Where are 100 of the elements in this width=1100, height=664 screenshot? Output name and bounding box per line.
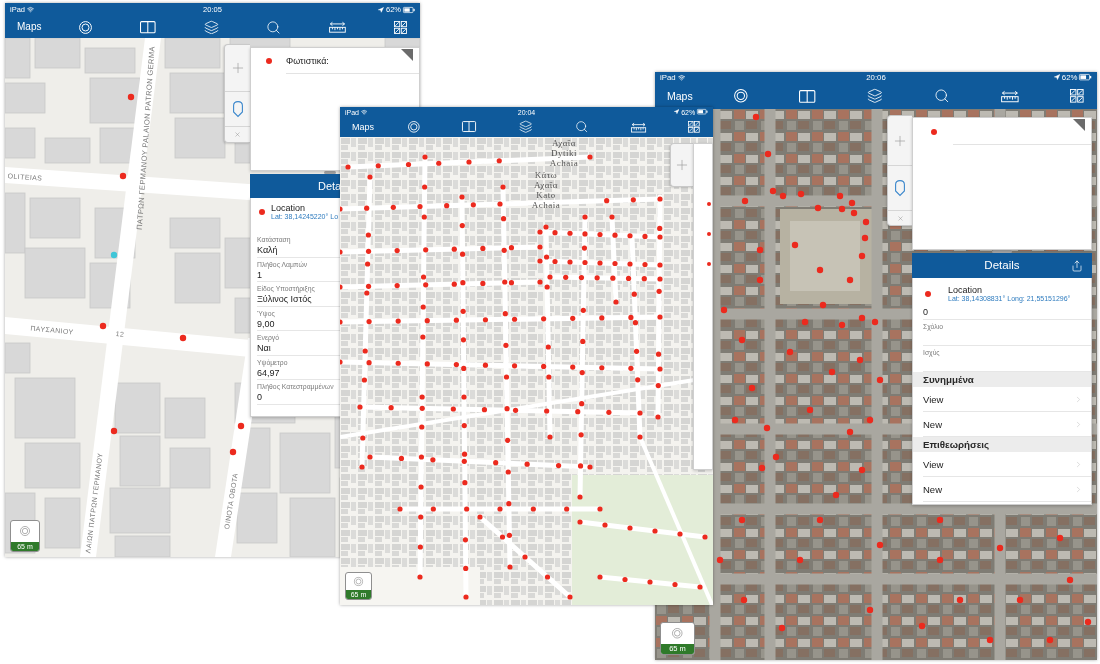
- map-marker-icon[interactable]: [459, 222, 465, 229]
- map-marker-icon[interactable]: [450, 406, 456, 412]
- map-marker-icon[interactable]: [630, 197, 636, 203]
- map-marker-icon[interactable]: [419, 394, 425, 400]
- map-marker-icon[interactable]: [861, 234, 869, 242]
- map-marker-icon[interactable]: [597, 574, 603, 580]
- map-marker-icon[interactable]: [444, 203, 450, 209]
- map-marker-icon[interactable]: [503, 342, 509, 348]
- map-marker-icon[interactable]: [816, 266, 824, 274]
- map-marker-icon[interactable]: [677, 531, 683, 537]
- map-marker-icon[interactable]: [367, 454, 373, 460]
- map-marker-icon[interactable]: [430, 457, 436, 463]
- map-marker-icon[interactable]: [876, 541, 884, 549]
- map-marker-icon[interactable]: [420, 274, 427, 280]
- map-marker-icon[interactable]: [581, 245, 588, 251]
- map-marker-icon[interactable]: [422, 184, 428, 190]
- map-marker-icon[interactable]: [791, 241, 799, 249]
- map-marker-icon[interactable]: [537, 279, 543, 285]
- map-marker-icon[interactable]: [546, 374, 552, 380]
- map-marker-icon[interactable]: [876, 376, 884, 384]
- layers-icon[interactable]: [866, 88, 883, 104]
- map-marker-icon[interactable]: [463, 594, 469, 600]
- map-marker-icon[interactable]: [655, 351, 662, 357]
- map-marker-icon[interactable]: [587, 154, 593, 160]
- book-icon[interactable]: [798, 89, 816, 103]
- map-marker-icon[interactable]: [1084, 618, 1092, 626]
- map-marker-icon[interactable]: [482, 362, 489, 368]
- map-marker-icon[interactable]: [544, 574, 551, 580]
- map-marker-icon[interactable]: [375, 163, 381, 169]
- map-marker-icon[interactable]: [846, 428, 854, 436]
- map-marker-icon[interactable]: [361, 377, 367, 383]
- drag-handle[interactable]: [992, 250, 1012, 253]
- map-marker-icon[interactable]: [594, 275, 600, 281]
- map-marker-icon[interactable]: [801, 318, 809, 326]
- map-marker-icon[interactable]: [481, 407, 488, 413]
- map-marker-icon[interactable]: [530, 506, 536, 512]
- map-marker-icon[interactable]: [545, 344, 551, 350]
- map-marker-icon[interactable]: [501, 216, 507, 222]
- map-marker-icon[interactable]: [505, 437, 511, 443]
- map-marker-icon[interactable]: [461, 458, 467, 464]
- share-icon[interactable]: [1071, 259, 1083, 272]
- map-marker-icon[interactable]: [543, 254, 550, 260]
- map-marker-icon[interactable]: [570, 315, 576, 321]
- map-marker-icon[interactable]: [501, 247, 507, 253]
- map-marker-icon[interactable]: [655, 382, 661, 389]
- map-marker-icon[interactable]: [365, 232, 371, 238]
- map-marker-icon[interactable]: [462, 537, 469, 543]
- map-marker-icon[interactable]: [359, 464, 365, 470]
- map-marker-icon[interactable]: [628, 365, 634, 371]
- map-marker-icon[interactable]: [578, 274, 585, 281]
- map-marker-icon[interactable]: [552, 230, 558, 236]
- map-marker-icon[interactable]: [547, 434, 553, 440]
- map-marker-icon[interactable]: [430, 506, 436, 512]
- map-marker-icon[interactable]: [918, 622, 926, 630]
- map-marker-icon[interactable]: [597, 260, 603, 266]
- map-marker-icon[interactable]: [641, 276, 647, 282]
- map-marker-icon[interactable]: [459, 194, 465, 200]
- map-marker-icon[interactable]: [871, 318, 879, 326]
- map-marker-icon[interactable]: [537, 229, 543, 235]
- map-marker-icon[interactable]: [419, 424, 425, 430]
- map-marker-icon[interactable]: [748, 384, 756, 392]
- map-marker-icon[interactable]: [357, 404, 363, 410]
- map-marker-icon[interactable]: [505, 469, 511, 475]
- map-marker-icon[interactable]: [848, 199, 856, 207]
- map-marker-icon[interactable]: [756, 246, 764, 254]
- map-marker-icon[interactable]: [806, 406, 814, 414]
- map-marker-icon[interactable]: [460, 280, 466, 286]
- map-marker-icon[interactable]: [502, 279, 508, 285]
- map-marker-icon[interactable]: [366, 360, 372, 366]
- map-marker-icon[interactable]: [500, 184, 506, 190]
- map-marker-icon[interactable]: [493, 460, 499, 466]
- maps-button[interactable]: Maps: [352, 121, 374, 133]
- map-marker-icon[interactable]: [597, 231, 603, 238]
- map-marker-icon[interactable]: [477, 514, 483, 520]
- map-marker-icon[interactable]: [237, 422, 245, 430]
- map-marker-icon[interactable]: [543, 224, 549, 230]
- map-marker-icon[interactable]: [362, 348, 368, 354]
- map-marker-icon[interactable]: [496, 158, 502, 164]
- map-marker-icon[interactable]: [564, 506, 570, 512]
- map-marker-icon[interactable]: [365, 283, 372, 289]
- map-marker-icon[interactable]: [422, 154, 428, 160]
- map-marker-icon[interactable]: [657, 234, 663, 240]
- map-marker-icon[interactable]: [340, 206, 343, 212]
- map-marker-icon[interactable]: [752, 113, 760, 121]
- map-marker-icon[interactable]: [866, 606, 874, 614]
- map-marker-icon[interactable]: [567, 259, 573, 265]
- map-marker-icon[interactable]: [836, 192, 844, 200]
- map-marker-icon[interactable]: [858, 252, 866, 260]
- map-marker-icon[interactable]: [738, 336, 746, 344]
- map-marker-icon[interactable]: [179, 334, 187, 342]
- map-marker-icon[interactable]: [697, 584, 703, 590]
- map-marker-icon[interactable]: [582, 214, 588, 220]
- map-marker-icon[interactable]: [814, 204, 822, 212]
- map-marker-icon[interactable]: [610, 275, 616, 281]
- map-marker-icon[interactable]: [599, 365, 605, 371]
- search-icon[interactable]: [266, 19, 282, 35]
- map-marker-icon[interactable]: [563, 274, 569, 280]
- map-marker-icon[interactable]: [986, 636, 994, 644]
- map-marker-icon[interactable]: [119, 172, 127, 180]
- maps-button[interactable]: Maps: [667, 89, 693, 103]
